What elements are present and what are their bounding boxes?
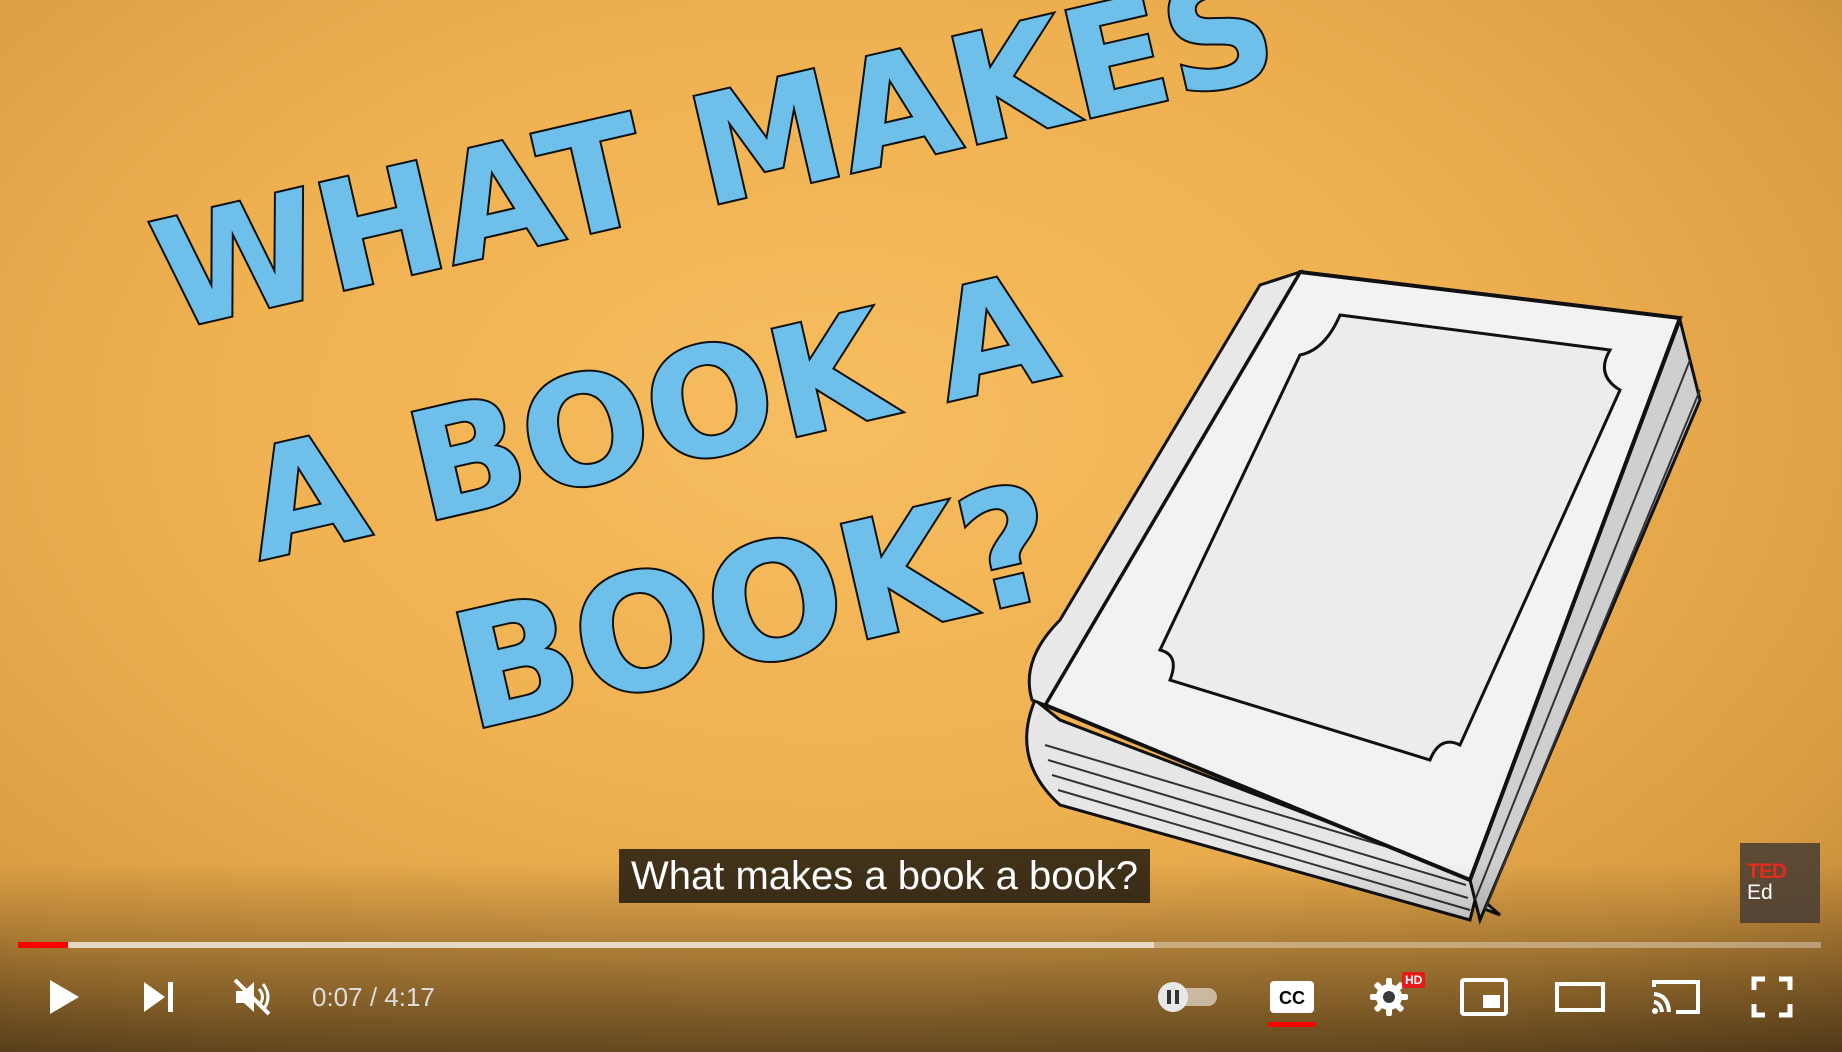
- time-display: 0:07 / 4:17: [312, 965, 435, 1029]
- book-illustration: [1025, 269, 1702, 925]
- volume-muted-icon: [233, 978, 271, 1016]
- video-player[interactable]: WHAT MAKES A BOOK A BOOK? What makes a b…: [0, 0, 1842, 1052]
- cast-icon: [1652, 980, 1700, 1014]
- title-art-line-1: WHAT MAKES: [139, 0, 1291, 365]
- caption-text: What makes a book a book?: [619, 849, 1150, 903]
- channel-watermark[interactable]: TED Ed: [1740, 843, 1820, 923]
- theater-mode-button[interactable]: [1554, 965, 1606, 1029]
- progress-buffered: [18, 942, 1154, 948]
- captions-button[interactable]: CC: [1266, 965, 1318, 1029]
- control-bar: 0:07 / 4:17 CC: [0, 965, 1842, 1029]
- theater-mode-icon: [1555, 982, 1605, 1012]
- duration: 4:17: [384, 982, 435, 1012]
- fullscreen-button[interactable]: [1746, 965, 1798, 1029]
- watermark-ted-text: TED: [1747, 860, 1787, 883]
- watermark-ed-text: Ed: [1747, 881, 1773, 904]
- svg-text:CC: CC: [1279, 988, 1305, 1008]
- cast-button[interactable]: [1650, 965, 1702, 1029]
- autoplay-toggle[interactable]: [1152, 965, 1222, 1029]
- miniplayer-icon: [1460, 978, 1508, 1016]
- mute-button[interactable]: [228, 965, 276, 1029]
- play-button[interactable]: [40, 965, 88, 1029]
- captions-icon: CC: [1270, 981, 1314, 1013]
- current-time: 0:07: [312, 982, 363, 1012]
- next-icon: [144, 982, 173, 1012]
- play-icon: [50, 980, 79, 1014]
- autoplay-toggle-icon: [1158, 982, 1217, 1012]
- next-button[interactable]: [134, 965, 182, 1029]
- time-separator: /: [362, 982, 385, 1012]
- progress-played: [18, 942, 69, 948]
- captions-active-indicator: [1268, 1022, 1316, 1027]
- fullscreen-icon: [1751, 976, 1793, 1018]
- miniplayer-button[interactable]: [1458, 965, 1510, 1029]
- hd-badge: HD: [1402, 972, 1426, 988]
- progress-bar[interactable]: [18, 942, 1821, 948]
